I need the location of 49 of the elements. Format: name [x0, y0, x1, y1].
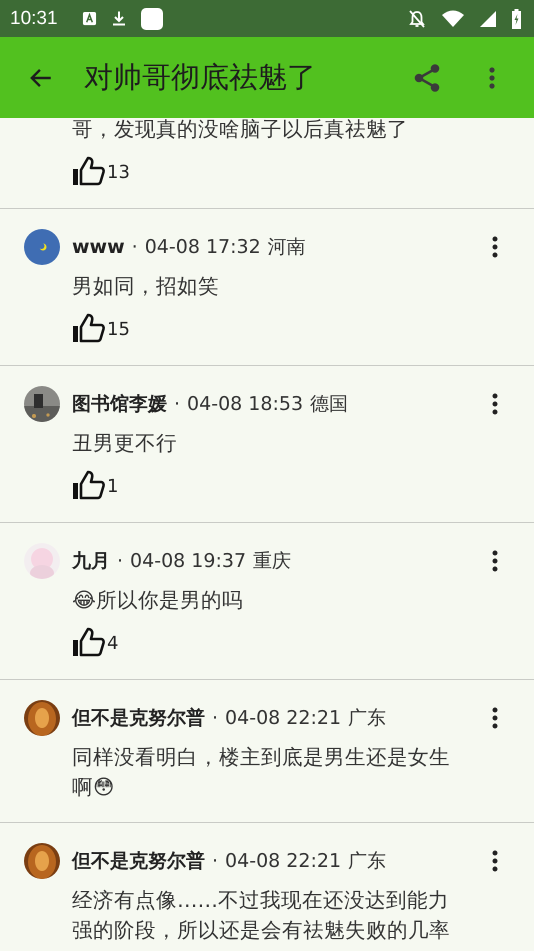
separator-dot: · [132, 236, 138, 258]
like-count: 1 [107, 476, 118, 496]
comment-text: 哥，发现真的没啥脑子以后真祛魅了 [72, 116, 409, 143]
battery-icon [511, 8, 522, 28]
comment-author[interactable]: 九月 [72, 548, 110, 574]
more-options-icon[interactable] [492, 850, 498, 872]
keyboard-app-icon [82, 11, 97, 26]
comment-location: 广东 [348, 706, 386, 731]
signal-icon [479, 10, 497, 28]
comment-time: 04-08 18:53 [187, 393, 304, 415]
more-options-icon[interactable] [492, 707, 498, 729]
comment-author[interactable]: 图书馆李媛 [72, 391, 167, 417]
app-icon [140, 8, 163, 30]
like-count: 4 [107, 632, 118, 654]
more-options-icon[interactable] [492, 236, 498, 258]
comment-time: 04-08 17:32 [144, 236, 261, 258]
thumbs-up-icon[interactable] [72, 156, 106, 186]
more-options-icon[interactable] [492, 550, 498, 572]
wifi-icon [441, 10, 465, 28]
thumbs-up-icon[interactable] [72, 470, 106, 500]
comment-text: 男如同，招如笑 [72, 273, 220, 300]
comment-location: 重庆 [253, 549, 292, 574]
comment-location: 河南 [268, 235, 306, 260]
comment-author[interactable]: www [72, 236, 125, 258]
separator-dot: · [212, 850, 218, 872]
status-time: 10:31 [10, 8, 58, 30]
comment-author[interactable]: 但不是克努尔普 [72, 705, 205, 731]
bell-off-icon [407, 8, 427, 28]
comment-text: 经济有点像……不过我现在还没达到能力强的阶段，所以还是会有祛魅失败的几率 [72, 887, 451, 944]
thumbs-up-icon[interactable] [72, 627, 106, 657]
separator-dot: · [174, 393, 180, 415]
comment-time: 04-08 22:21 [225, 850, 342, 872]
like-count: 13 [107, 162, 130, 182]
thumbs-up-icon[interactable] [72, 313, 106, 343]
comment-author[interactable]: 但不是克努尔普 [72, 848, 205, 874]
comment-text: 😂所以你是男的吗 [72, 587, 244, 614]
page-title: 对帅哥彻底祛魅了 [84, 58, 317, 96]
separator-dot: · [212, 707, 218, 729]
comment-text: 丑男更不行 [72, 430, 178, 457]
comment-location: 德国 [310, 392, 348, 417]
comment-time: 04-08 22:21 [225, 707, 342, 729]
more-options-icon[interactable] [492, 393, 498, 415]
separator-dot: · [117, 550, 124, 572]
comment-text: 同样没看明白，楼主到底是男生还是女生啊😳 [72, 744, 451, 801]
comment-location: 广东 [348, 849, 386, 874]
comment-time: 04-08 19:37 [130, 550, 246, 572]
download-icon [110, 10, 127, 27]
like-count: 15 [107, 318, 130, 340]
share-icon[interactable] [413, 62, 441, 92]
